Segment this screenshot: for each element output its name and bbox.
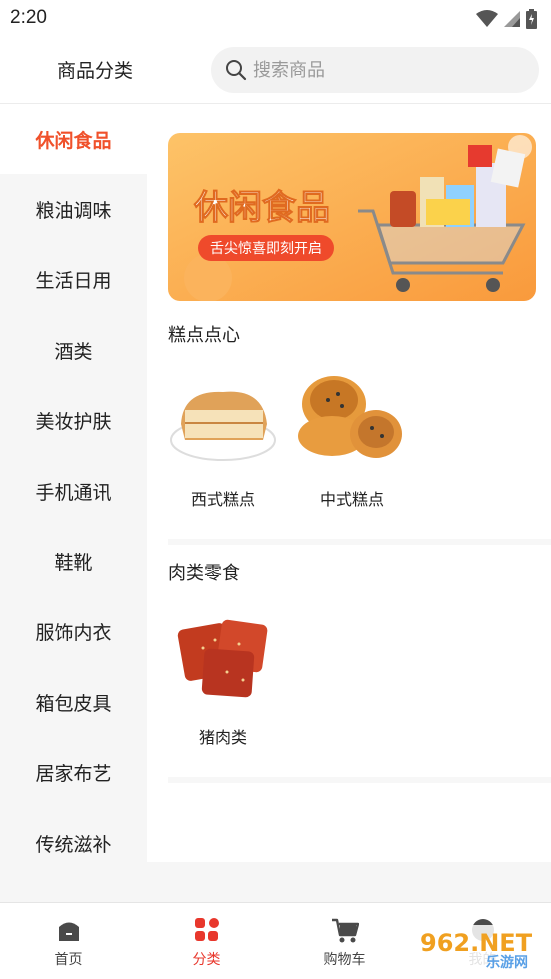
search-input[interactable]: [253, 59, 523, 81]
sidebar-item-snacks[interactable]: 休闲食品: [0, 104, 147, 175]
content-bottom-padding: [0, 862, 551, 902]
watermark-text: 962.NET: [420, 929, 533, 957]
cart-icon: [331, 918, 359, 943]
sidebar-item-apparel[interactable]: 服饰内衣: [0, 597, 147, 667]
product-western-pastry[interactable]: 西式糕点: [163, 370, 283, 510]
battery-icon: [526, 9, 537, 29]
page-title: 商品分类: [56, 60, 133, 82]
product-label: 西式糕点: [190, 490, 255, 509]
sidebar-item-beauty[interactable]: 美妆护肤: [0, 386, 147, 456]
tab-category[interactable]: 分类: [138, 903, 275, 979]
product-pork-snack[interactable]: 猪肉类: [163, 608, 283, 748]
sidebar-item-home-textile[interactable]: 居家布艺: [0, 738, 147, 808]
banner-subtitle: 舌尖惊喜即刻开启: [210, 241, 322, 257]
pork-snack-image: [177, 619, 268, 698]
tab-label: 购物车: [323, 952, 366, 968]
category-grid-icon: [194, 918, 219, 941]
status-bar: 2:20: [0, 0, 551, 38]
search-icon: [226, 60, 247, 81]
product-chinese-pastry[interactable]: 中式糕点: [292, 370, 412, 510]
chinese-pastry-image: [298, 376, 402, 458]
section-divider: [168, 539, 551, 545]
status-icons: [476, 8, 537, 30]
section-title-meat-snacks: 肉类零食: [168, 563, 240, 584]
search-box[interactable]: [211, 47, 539, 93]
banner-title: 休闲食品: [193, 188, 330, 228]
wifi-icon: [476, 10, 498, 27]
sidebar-item-shoes[interactable]: 鞋靴: [0, 526, 147, 596]
category-banner[interactable]: 休闲食品 舌尖惊喜即刻开启: [168, 133, 536, 301]
tab-cart[interactable]: 购物车: [276, 903, 413, 979]
sidebar-item-phones[interactable]: 手机通讯: [0, 456, 147, 526]
status-time: 2:20: [10, 7, 47, 28]
product-label: 中式糕点: [319, 490, 384, 509]
section-divider: [168, 777, 551, 783]
banner-image: 休闲食品 舌尖惊喜即刻开启: [168, 133, 536, 301]
sidebar-item-liquor[interactable]: 酒类: [0, 315, 147, 385]
category-sidebar: 休闲食品 粮油调味 生活日用 酒类 美妆护肤 手机通讯 鞋靴 服饰内衣 箱包皮具…: [0, 104, 147, 862]
product-label: 猪肉类: [198, 728, 247, 747]
sidebar-item-grain-oil[interactable]: 粮油调味: [0, 174, 147, 244]
sidebar-item-bags[interactable]: 箱包皮具: [0, 667, 147, 737]
western-pastry-image: [170, 391, 276, 461]
tab-label: 首页: [54, 952, 83, 968]
home-icon: [58, 922, 79, 941]
watermark-subtext: 乐游网: [486, 954, 528, 971]
section-title-pastries: 糕点点心: [168, 325, 240, 346]
tab-label: 分类: [192, 952, 221, 968]
header: 商品分类: [0, 38, 551, 104]
watermark-logo: 962.NET 乐游网: [416, 925, 544, 971]
tab-home[interactable]: 首页: [0, 903, 137, 979]
category-content: 休闲食品 舌尖惊喜即刻开启 糕点点心 西式糕点 中式糕点 肉类零食 猪肉类: [147, 104, 551, 862]
signal-icon: [504, 11, 520, 27]
sidebar-item-daily-use[interactable]: 生活日用: [0, 245, 147, 315]
